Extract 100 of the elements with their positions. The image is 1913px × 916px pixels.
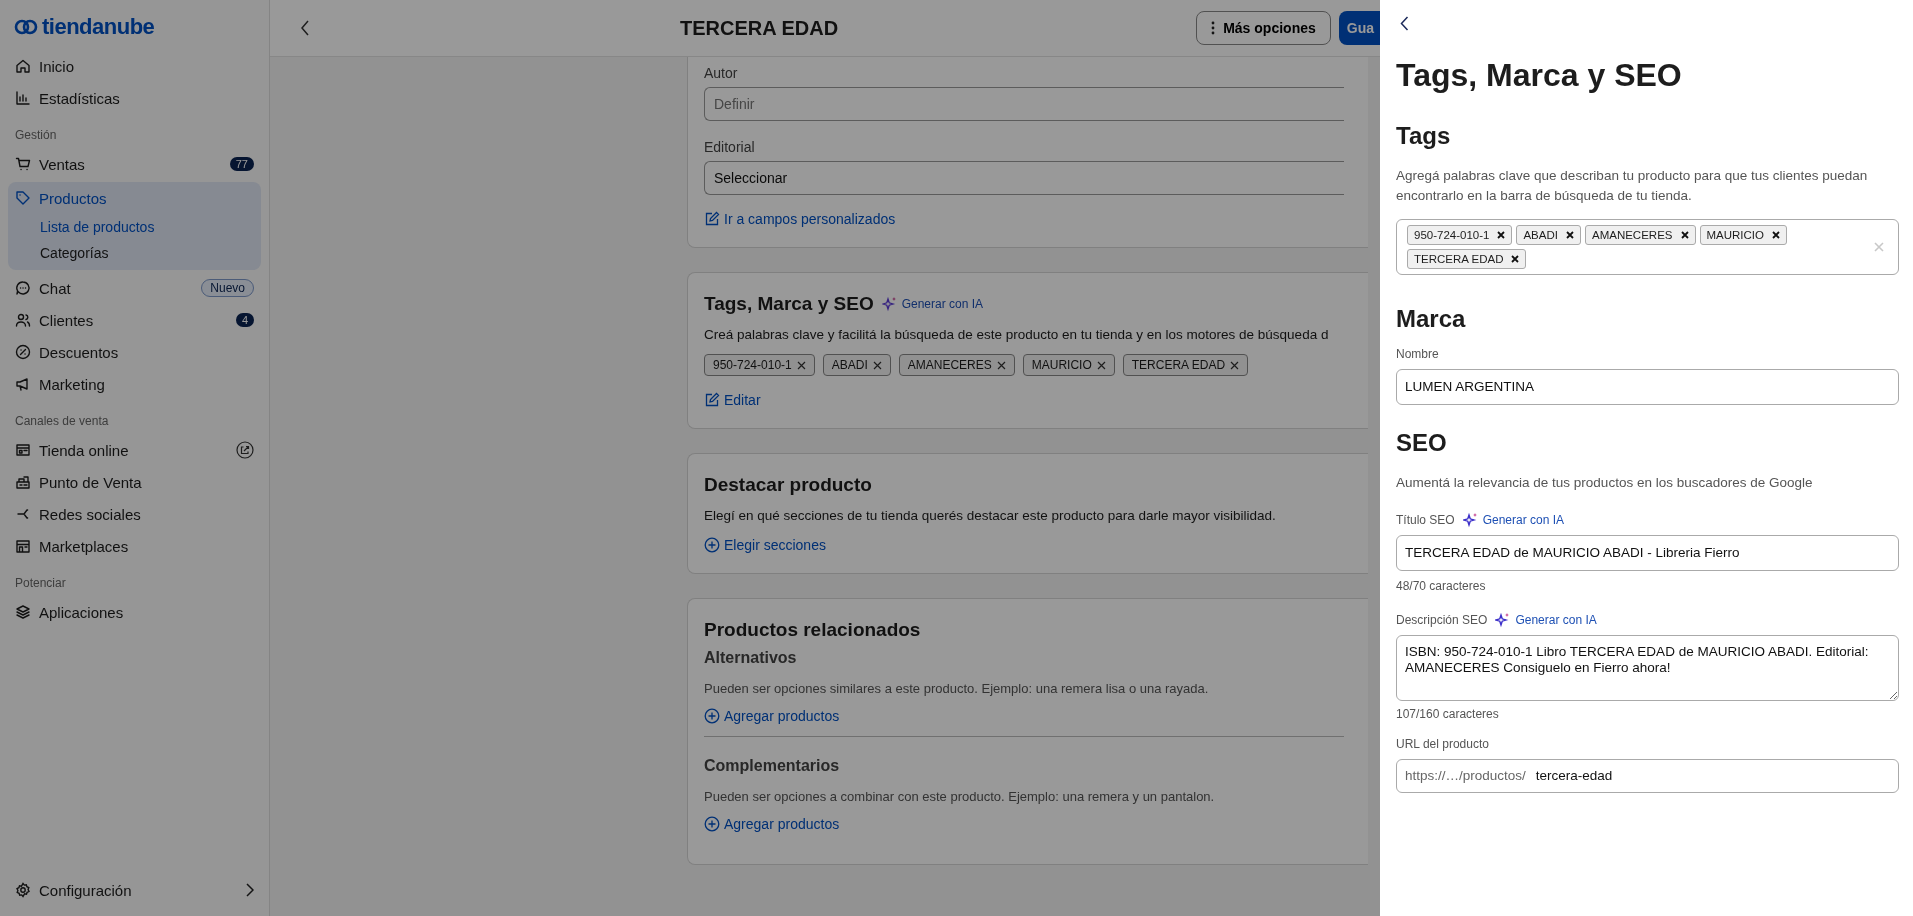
tag-chip[interactable]: 950-724-010-1 bbox=[1407, 224, 1513, 245]
edit-link[interactable]: Editar bbox=[704, 392, 761, 408]
field-label: Nombre bbox=[1396, 346, 1439, 361]
card-description: Elegí en qué secciones de tu tienda querés destacar este producto para darle mayor visibilidad. bbox=[704, 508, 1277, 523]
tag-icon bbox=[15, 190, 31, 206]
save-button[interactable]: Gua bbox=[1338, 11, 1380, 45]
nav-item[interactable]: Clientes 4 bbox=[8, 304, 261, 336]
cart-icon bbox=[15, 156, 31, 172]
nav-item[interactable]: Estadísticas bbox=[8, 82, 261, 114]
card-title: Tags, Marca y SEO bbox=[704, 293, 874, 315]
card-title: Destacar producto bbox=[704, 474, 872, 496]
logo-text: tiendanube bbox=[42, 14, 155, 40]
nav-section-heading: Gestión bbox=[14, 127, 58, 144]
chat-bubble-icon bbox=[15, 280, 31, 296]
more-options-button[interactable]: Más opciones bbox=[1196, 11, 1331, 45]
home-icon bbox=[15, 58, 31, 74]
section-description: Aumentá la relevancia de tus productos en los buscadores de Google bbox=[1396, 473, 1813, 492]
field-label: URL del producto bbox=[1396, 736, 1489, 751]
generate-ai-link[interactable]: Generar con IA bbox=[1462, 511, 1565, 528]
brand-input[interactable]: LUMEN ARGENTINA bbox=[1396, 368, 1899, 405]
add-products-link[interactable]: Agregar productos bbox=[704, 708, 1344, 724]
external-link-icon[interactable] bbox=[236, 441, 254, 459]
nav-item[interactable]: Aplicaciones bbox=[8, 596, 261, 628]
plus-circle-icon bbox=[704, 537, 720, 553]
store-icon bbox=[15, 538, 31, 554]
nav-item[interactable]: Tienda online bbox=[8, 434, 261, 466]
nav-item[interactable]: Ventas 77 bbox=[8, 148, 261, 180]
chevron-left-icon bbox=[300, 20, 310, 36]
tag-chip[interactable]: MAURICIO bbox=[1022, 354, 1115, 376]
share-icon bbox=[15, 506, 31, 522]
chevron-left-icon bbox=[1400, 16, 1409, 31]
section-heading: Marca bbox=[1396, 304, 1466, 333]
nav-subitem[interactable]: Lista de productos bbox=[8, 214, 261, 240]
tag-chip[interactable]: ABADI bbox=[1516, 224, 1581, 245]
author-input[interactable]: Definir bbox=[704, 87, 1344, 121]
url-input[interactable]: https://…/productos/ tercera-edad bbox=[1396, 758, 1899, 793]
field-label: Autor bbox=[704, 65, 738, 81]
remove-icon[interactable] bbox=[1680, 230, 1689, 239]
publisher-select[interactable]: Seleccionar bbox=[704, 161, 1344, 195]
edit-link[interactable]: Ir a campos personalizados bbox=[704, 211, 896, 227]
nav-item[interactable]: Inicio bbox=[8, 50, 261, 82]
remove-icon[interactable] bbox=[1772, 230, 1780, 239]
tag-chip[interactable]: ABADI bbox=[822, 354, 891, 376]
nav-item[interactable]: Punto de Venta bbox=[8, 466, 261, 498]
count-badge: 4 bbox=[235, 313, 254, 327]
percent-icon bbox=[15, 344, 31, 360]
tags-input[interactable]: 950-724-010-1 ABADI AMANECERES MAURICIO TERCERA EDAD bbox=[1396, 218, 1899, 275]
sparkle-icon bbox=[881, 296, 898, 312]
character-counter: 107/160 caracteres bbox=[1396, 706, 1499, 721]
section-description: Pueden ser opciones similares a este producto. Ejemplo: una remera lisa o una rayada. bbox=[704, 681, 1210, 696]
edit-icon bbox=[704, 392, 720, 408]
more-vertical-icon bbox=[1211, 21, 1216, 35]
section-subtitle: Complementarios bbox=[704, 757, 841, 775]
bar-chart-icon bbox=[15, 90, 31, 106]
new-badge: Nuevo bbox=[201, 279, 254, 297]
megaphone-icon bbox=[15, 376, 31, 392]
tag-chip[interactable]: TERCERA EDAD bbox=[1407, 248, 1527, 269]
people-icon bbox=[15, 312, 31, 328]
character-counter: 48/70 caracteres bbox=[1396, 578, 1486, 593]
seo-description-textarea[interactable]: ISBN: 950-724-010-1 Libro TERCERA EDAD de MAURICIO ABADI. Editorial: AMANECERES Consiguelo en Fierro ahora! bbox=[1396, 634, 1899, 701]
nav-section-heading: Potenciar bbox=[14, 575, 67, 592]
generate-ai-link[interactable]: Generar con IA bbox=[881, 296, 984, 312]
settings-item[interactable]: Configuración bbox=[8, 874, 261, 906]
logo-icon bbox=[14, 18, 38, 36]
nav-item[interactable]: Redes sociales bbox=[8, 498, 261, 530]
field-label: Editorial bbox=[704, 139, 755, 155]
tag-chip[interactable]: MAURICIO bbox=[1699, 224, 1787, 245]
section-heading: SEO bbox=[1396, 428, 1447, 457]
section-heading: Tags bbox=[1396, 122, 1451, 150]
tag-chip[interactable]: AMANECERES bbox=[1584, 224, 1696, 245]
add-products-link[interactable]: Agregar productos bbox=[704, 816, 1344, 832]
choose-link[interactable]: Elegir secciones bbox=[704, 537, 826, 553]
remove-icon[interactable] bbox=[1511, 254, 1520, 263]
nav-item[interactable]: Descuentos bbox=[8, 336, 261, 368]
chevron-right-icon bbox=[246, 883, 254, 897]
nav-item[interactable]: Productos bbox=[8, 182, 261, 214]
section-description: Pueden ser opciones a combinar con este producto. Ejemplo: una remera y un pantalon. bbox=[704, 789, 1216, 804]
generate-ai-link[interactable]: Generar con IA bbox=[1495, 611, 1597, 628]
plus-circle-icon bbox=[704, 708, 720, 724]
card-title: Productos relacionados bbox=[704, 619, 921, 641]
tag-chip[interactable]: AMANECERES bbox=[898, 354, 1015, 376]
nav-section-heading: Canales de venta bbox=[14, 413, 110, 430]
remove-icon[interactable] bbox=[1565, 230, 1574, 239]
plus-circle-icon bbox=[704, 816, 720, 832]
sparkle-icon bbox=[1462, 511, 1479, 528]
edit-icon bbox=[704, 211, 720, 227]
nav-item[interactable]: Chat Nuevo bbox=[8, 272, 261, 304]
remove-icon[interactable] bbox=[1497, 230, 1506, 239]
settings-icon bbox=[15, 882, 31, 898]
tag-chip[interactable]: 950-724-010-1 bbox=[704, 354, 815, 376]
nav-item[interactable]: Marketplaces bbox=[8, 530, 261, 562]
seo-title-input[interactable]: TERCERA EDAD de MAURICIO ABADI - Libreria Fierro bbox=[1396, 534, 1899, 571]
card-description: Creá palabras clave y facilitá la búsqueda de este producto en tu tienda y en los motores de búsqueda d bbox=[704, 327, 1330, 342]
nav-item[interactable]: Marketing bbox=[8, 368, 261, 400]
tag-chip[interactable]: TERCERA EDAD bbox=[1122, 354, 1249, 376]
nav-subitem[interactable]: Categorías bbox=[8, 240, 261, 266]
stack-icon bbox=[15, 604, 31, 620]
field-label: Descripción SEO bbox=[1396, 612, 1488, 627]
register-icon bbox=[15, 474, 31, 490]
storefront-icon bbox=[15, 442, 31, 458]
